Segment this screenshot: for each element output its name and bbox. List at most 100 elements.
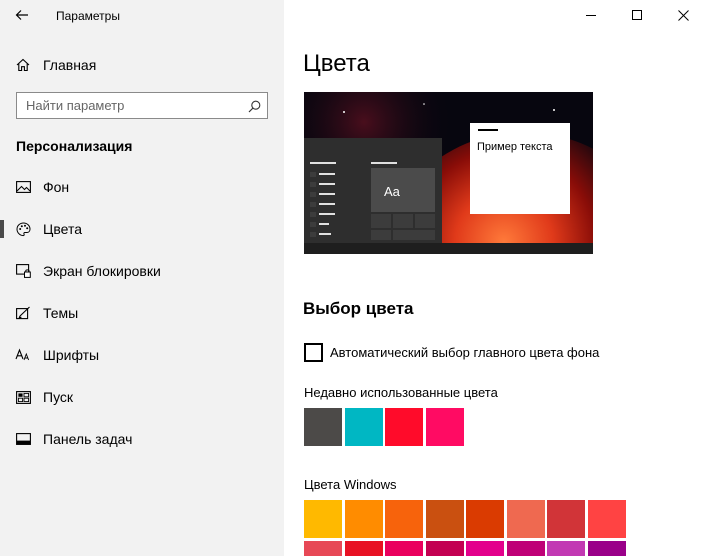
sidebar-item-fonts[interactable]: Шрифты: [0, 334, 284, 376]
close-icon: [677, 9, 689, 21]
minimize-icon: [586, 15, 596, 16]
preview-tile: [393, 214, 413, 228]
search-icon[interactable]: [245, 97, 263, 115]
section-title: Персонализация: [16, 138, 133, 154]
preview-tile: [393, 230, 435, 240]
color-swatch[interactable]: [506, 541, 545, 556]
recent-colors: [304, 408, 466, 446]
color-swatch[interactable]: [385, 500, 423, 538]
preview-menu-line: [319, 183, 335, 185]
sidebar-item-label: Темы: [43, 305, 79, 321]
maximize-button[interactable]: [614, 0, 660, 30]
recent-colors-label: Недавно использованные цвета: [304, 385, 498, 400]
windows-colors-row: [304, 541, 628, 556]
preview-sample-text: Пример текста: [477, 141, 553, 153]
start-icon: [15, 389, 31, 405]
color-swatch[interactable]: [304, 408, 342, 446]
preview-menu-item: [310, 202, 316, 207]
preview-menu-line: [319, 193, 335, 195]
color-swatch[interactable]: [385, 408, 423, 446]
preview-tile: [371, 230, 391, 240]
color-swatch[interactable]: [304, 541, 342, 556]
window-controls: [568, 0, 706, 30]
theme-preview: Aa Пример текста: [304, 92, 593, 254]
preview-window: Пример текста: [470, 123, 570, 214]
preview-menu-item: [310, 192, 316, 197]
color-swatch[interactable]: [547, 500, 585, 538]
preview-taskbar: [304, 243, 593, 254]
color-swatch[interactable]: [587, 541, 626, 556]
sidebar-item-colors[interactable]: Цвета: [0, 208, 284, 250]
color-swatch[interactable]: [344, 541, 383, 556]
sidebar-item-label: Главная: [43, 57, 97, 73]
picture-icon: [15, 179, 31, 195]
back-arrow-icon: [15, 10, 28, 20]
color-swatch[interactable]: [547, 541, 585, 556]
color-swatch[interactable]: [587, 500, 626, 538]
preview-tile: [371, 214, 391, 228]
color-swatch[interactable]: [304, 500, 342, 538]
preview-menu-line: [319, 173, 335, 175]
windows-colors-label: Цвета Windows: [304, 477, 397, 492]
auto-color-option[interactable]: Автоматический выбор главного цвета фона: [304, 342, 599, 362]
palette-icon: [15, 221, 31, 237]
sidebar-item-start[interactable]: Пуск: [0, 376, 284, 418]
sidebar-nav: Фон Цвета Экран блокировки Темы Шрифты П…: [0, 166, 284, 460]
windows-colors-row: [304, 500, 628, 538]
color-swatch[interactable]: [506, 500, 545, 538]
content-pane: Цвета Aa Пример текста Выбор цвета Автом…: [284, 0, 706, 556]
sidebar-item-taskbar[interactable]: Панель задач: [0, 418, 284, 460]
sidebar-item-background[interactable]: Фон: [0, 166, 284, 208]
preview-menu-line: [319, 233, 331, 235]
sidebar-item-label: Цвета: [43, 221, 82, 237]
preview-menu-line: [319, 203, 335, 205]
sidebar-item-themes[interactable]: Темы: [0, 292, 284, 334]
color-choice-heading: Выбор цвета: [303, 299, 414, 318]
preview-tile: [415, 214, 435, 228]
auto-color-checkbox[interactable]: [304, 342, 323, 362]
sidebar-item-lock-screen[interactable]: Экран блокировки: [0, 250, 284, 292]
sidebar-item-label: Экран блокировки: [43, 263, 161, 279]
sidebar-item-label: Панель задач: [43, 431, 133, 447]
lock-screen-icon: [15, 263, 31, 279]
preview-menu-item: [310, 212, 316, 217]
themes-icon: [15, 305, 31, 321]
color-swatch[interactable]: [466, 541, 504, 556]
fonts-icon: [15, 347, 31, 363]
app-title: Параметры: [56, 9, 120, 23]
search-input[interactable]: [17, 93, 237, 118]
color-swatch[interactable]: [466, 500, 504, 538]
taskbar-icon: [15, 431, 31, 447]
page-title: Цвета: [303, 50, 370, 77]
sidebar-item-label: Фон: [43, 179, 70, 195]
home-icon: [15, 57, 31, 73]
minimize-button[interactable]: [568, 0, 614, 30]
auto-color-label: Автоматический выбор главного цвета фона: [330, 344, 600, 360]
preview-menu-item: [310, 222, 316, 227]
sidebar-item-label: Шрифты: [43, 347, 100, 363]
close-button[interactable]: [660, 0, 706, 30]
preview-menu-item: [310, 182, 316, 187]
preview-tile-text: Aa: [384, 184, 400, 199]
preview-menu-item: [310, 232, 316, 237]
preview-menu-line: [310, 162, 336, 164]
color-swatch[interactable]: [425, 541, 464, 556]
preview-menu-line: [319, 223, 329, 225]
preview-menu-item: [310, 172, 316, 177]
sidebar-item-label: Пуск: [43, 389, 74, 405]
color-swatch[interactable]: [425, 500, 464, 538]
search-box[interactable]: [16, 92, 268, 119]
maximize-icon: [632, 10, 642, 20]
sidebar-item-home[interactable]: Главная: [0, 50, 284, 80]
titlebar: Параметры: [0, 0, 284, 30]
color-swatch[interactable]: [425, 408, 464, 446]
preview-window-titlebar: [478, 129, 498, 131]
preview-tiles-header: [371, 162, 397, 164]
color-swatch[interactable]: [344, 500, 383, 538]
back-button[interactable]: [8, 4, 36, 26]
sidebar: Параметры Главная Персонализация: [0, 0, 284, 556]
preview-tile-large: [371, 168, 435, 212]
color-swatch[interactable]: [385, 541, 423, 556]
preview-menu-line: [319, 213, 335, 215]
color-swatch[interactable]: [344, 408, 383, 446]
